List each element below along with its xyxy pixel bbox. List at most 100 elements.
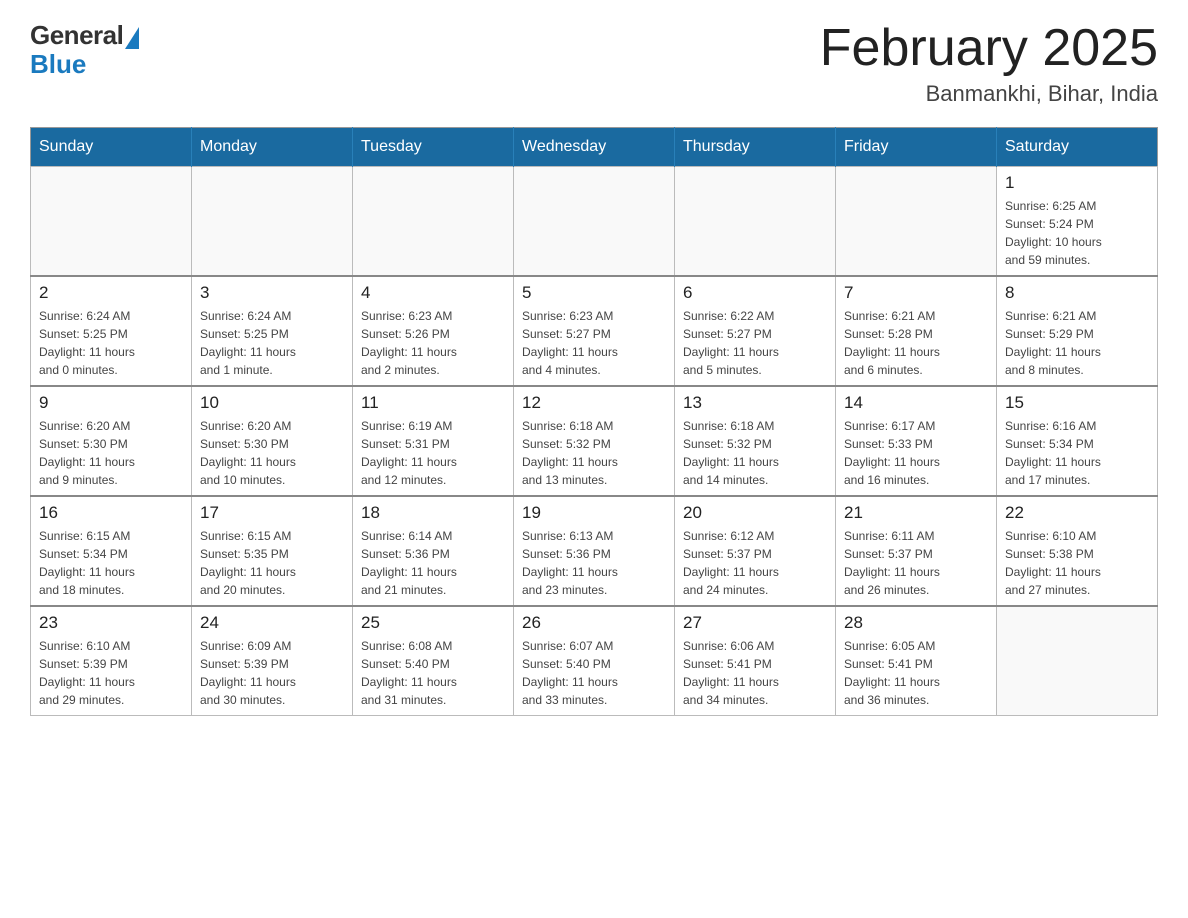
day-info: Sunrise: 6:16 AM Sunset: 5:34 PM Dayligh… bbox=[1005, 417, 1149, 489]
day-number: 11 bbox=[361, 393, 505, 413]
calendar-week-row: 2 Sunrise: 6:24 AM Sunset: 5:25 PM Daylig… bbox=[31, 276, 1158, 386]
weekday-header-monday: Monday bbox=[192, 128, 353, 167]
day-number: 2 bbox=[39, 283, 183, 303]
calendar-cell: 25Sunrise: 6:08 AM Sunset: 5:40 PM Dayli… bbox=[353, 606, 514, 716]
day-number: 3 bbox=[200, 283, 344, 303]
title-section: February 2025 Banmankhi, Bihar, India bbox=[820, 20, 1158, 107]
weekday-header-saturday: Saturday bbox=[997, 128, 1158, 167]
calendar-cell bbox=[31, 167, 192, 277]
day-info: Sunrise: 6:09 AM Sunset: 5:39 PM Dayligh… bbox=[200, 637, 344, 709]
calendar-week-row: 9 Sunrise: 6:20 AM Sunset: 5:30 PM Daylig… bbox=[31, 386, 1158, 496]
calendar-cell: 12 Sunrise: 6:18 AM Sunset: 5:32 PM Dayli… bbox=[514, 386, 675, 496]
calendar-cell: 28 Sunrise: 6:05 AM Sunset: 5:41 PM Dayli… bbox=[836, 606, 997, 716]
calendar-week-row: 1 Sunrise: 6:25 AM Sunset: 5:24 PM Daylig… bbox=[31, 167, 1158, 277]
day-info: Sunrise: 6:18 AM Sunset: 5:32 PM Dayligh… bbox=[522, 417, 666, 489]
weekday-header-friday: Friday bbox=[836, 128, 997, 167]
logo: General Blue bbox=[30, 20, 139, 80]
day-number: 1 bbox=[1005, 173, 1149, 193]
day-info: Sunrise: 6:15 AM Sunset: 5:35 PM Dayligh… bbox=[200, 527, 344, 599]
day-number: 26 bbox=[522, 613, 666, 633]
day-number: 24 bbox=[200, 613, 344, 633]
calendar-week-row: 23 Sunrise: 6:10 AM Sunset: 5:39 PM Dayli… bbox=[31, 606, 1158, 716]
day-number: 6 bbox=[683, 283, 827, 303]
day-number: 20 bbox=[683, 503, 827, 523]
calendar-cell: 11 Sunrise: 6:19 AM Sunset: 5:31 PM Dayli… bbox=[353, 386, 514, 496]
day-number: 27 bbox=[683, 613, 827, 633]
calendar-cell: 8 Sunrise: 6:21 AM Sunset: 5:29 PM Daylig… bbox=[997, 276, 1158, 386]
calendar-table: SundayMondayTuesdayWednesdayThursdayFrid… bbox=[30, 127, 1158, 716]
day-number: 19 bbox=[522, 503, 666, 523]
calendar-cell: 3 Sunrise: 6:24 AM Sunset: 5:25 PM Daylig… bbox=[192, 276, 353, 386]
day-info: Sunrise: 6:06 AM Sunset: 5:41 PM Dayligh… bbox=[683, 637, 827, 709]
calendar-cell bbox=[514, 167, 675, 277]
calendar-cell bbox=[675, 167, 836, 277]
day-info: Sunrise: 6:13 AM Sunset: 5:36 PM Dayligh… bbox=[522, 527, 666, 599]
day-info: Sunrise: 6:24 AM Sunset: 5:25 PM Dayligh… bbox=[200, 307, 344, 379]
day-info: Sunrise: 6:24 AM Sunset: 5:25 PM Dayligh… bbox=[39, 307, 183, 379]
weekday-header-wednesday: Wednesday bbox=[514, 128, 675, 167]
calendar-cell: 1 Sunrise: 6:25 AM Sunset: 5:24 PM Daylig… bbox=[997, 167, 1158, 277]
calendar-cell bbox=[997, 606, 1158, 716]
calendar-cell: 23 Sunrise: 6:10 AM Sunset: 5:39 PM Dayli… bbox=[31, 606, 192, 716]
calendar-cell: 24 Sunrise: 6:09 AM Sunset: 5:39 PM Dayli… bbox=[192, 606, 353, 716]
day-number: 16 bbox=[39, 503, 183, 523]
day-info: Sunrise: 6:14 AM Sunset: 5:36 PM Dayligh… bbox=[361, 527, 505, 599]
calendar-cell: 15 Sunrise: 6:16 AM Sunset: 5:34 PM Dayli… bbox=[997, 386, 1158, 496]
day-number: 23 bbox=[39, 613, 183, 633]
day-number: 15 bbox=[1005, 393, 1149, 413]
day-info: Sunrise: 6:19 AM Sunset: 5:31 PM Dayligh… bbox=[361, 417, 505, 489]
day-number: 10 bbox=[200, 393, 344, 413]
calendar-header-row: SundayMondayTuesdayWednesdayThursdayFrid… bbox=[31, 128, 1158, 167]
day-number: 12 bbox=[522, 393, 666, 413]
calendar-cell: 16 Sunrise: 6:15 AM Sunset: 5:34 PM Dayli… bbox=[31, 496, 192, 606]
page-subtitle: Banmankhi, Bihar, India bbox=[820, 81, 1158, 107]
day-info: Sunrise: 6:15 AM Sunset: 5:34 PM Dayligh… bbox=[39, 527, 183, 599]
calendar-cell: 26 Sunrise: 6:07 AM Sunset: 5:40 PM Dayli… bbox=[514, 606, 675, 716]
calendar-cell: 22Sunrise: 6:10 AM Sunset: 5:38 PM Dayli… bbox=[997, 496, 1158, 606]
calendar-cell: 14 Sunrise: 6:17 AM Sunset: 5:33 PM Dayli… bbox=[836, 386, 997, 496]
calendar-cell: 17 Sunrise: 6:15 AM Sunset: 5:35 PM Dayli… bbox=[192, 496, 353, 606]
calendar-cell: 18 Sunrise: 6:14 AM Sunset: 5:36 PM Dayli… bbox=[353, 496, 514, 606]
day-info: Sunrise: 6:22 AM Sunset: 5:27 PM Dayligh… bbox=[683, 307, 827, 379]
day-info: Sunrise: 6:12 AM Sunset: 5:37 PM Dayligh… bbox=[683, 527, 827, 599]
day-number: 4 bbox=[361, 283, 505, 303]
page-title: February 2025 bbox=[820, 20, 1158, 77]
calendar-cell bbox=[353, 167, 514, 277]
calendar-cell bbox=[192, 167, 353, 277]
logo-general-text: General bbox=[30, 20, 123, 51]
day-info: Sunrise: 6:25 AM Sunset: 5:24 PM Dayligh… bbox=[1005, 197, 1149, 269]
day-info: Sunrise: 6:23 AM Sunset: 5:26 PM Dayligh… bbox=[361, 307, 505, 379]
calendar-week-row: 16 Sunrise: 6:15 AM Sunset: 5:34 PM Dayli… bbox=[31, 496, 1158, 606]
calendar-cell: 6 Sunrise: 6:22 AM Sunset: 5:27 PM Daylig… bbox=[675, 276, 836, 386]
weekday-header-sunday: Sunday bbox=[31, 128, 192, 167]
day-info: Sunrise: 6:07 AM Sunset: 5:40 PM Dayligh… bbox=[522, 637, 666, 709]
day-number: 18 bbox=[361, 503, 505, 523]
logo-triangle-icon bbox=[125, 27, 139, 49]
day-info: Sunrise: 6:21 AM Sunset: 5:28 PM Dayligh… bbox=[844, 307, 988, 379]
day-number: 17 bbox=[200, 503, 344, 523]
day-info: Sunrise: 6:21 AM Sunset: 5:29 PM Dayligh… bbox=[1005, 307, 1149, 379]
day-number: 9 bbox=[39, 393, 183, 413]
weekday-header-thursday: Thursday bbox=[675, 128, 836, 167]
day-info: Sunrise: 6:05 AM Sunset: 5:41 PM Dayligh… bbox=[844, 637, 988, 709]
calendar-cell: 10 Sunrise: 6:20 AM Sunset: 5:30 PM Dayli… bbox=[192, 386, 353, 496]
logo-blue-text: Blue bbox=[30, 49, 86, 80]
day-info: Sunrise: 6:17 AM Sunset: 5:33 PM Dayligh… bbox=[844, 417, 988, 489]
calendar-cell bbox=[836, 167, 997, 277]
calendar-cell: 2 Sunrise: 6:24 AM Sunset: 5:25 PM Daylig… bbox=[31, 276, 192, 386]
calendar-cell: 20 Sunrise: 6:12 AM Sunset: 5:37 PM Dayli… bbox=[675, 496, 836, 606]
weekday-header-tuesday: Tuesday bbox=[353, 128, 514, 167]
day-number: 21 bbox=[844, 503, 988, 523]
day-number: 5 bbox=[522, 283, 666, 303]
calendar-cell: 27 Sunrise: 6:06 AM Sunset: 5:41 PM Dayli… bbox=[675, 606, 836, 716]
day-number: 28 bbox=[844, 613, 988, 633]
day-info: Sunrise: 6:23 AM Sunset: 5:27 PM Dayligh… bbox=[522, 307, 666, 379]
day-number: 7 bbox=[844, 283, 988, 303]
calendar-cell: 9Sunrise: 6:20 AM Sunset: 5:30 PM Daylig… bbox=[31, 386, 192, 496]
day-info: Sunrise: 6:18 AM Sunset: 5:32 PM Dayligh… bbox=[683, 417, 827, 489]
calendar-cell: 4 Sunrise: 6:23 AM Sunset: 5:26 PM Daylig… bbox=[353, 276, 514, 386]
day-info: Sunrise: 6:10 AM Sunset: 5:39 PM Dayligh… bbox=[39, 637, 183, 709]
day-number: 14 bbox=[844, 393, 988, 413]
day-info: Sunrise: 6:20 AM Sunset: 5:30 PM Dayligh… bbox=[200, 417, 344, 489]
day-number: 8 bbox=[1005, 283, 1149, 303]
